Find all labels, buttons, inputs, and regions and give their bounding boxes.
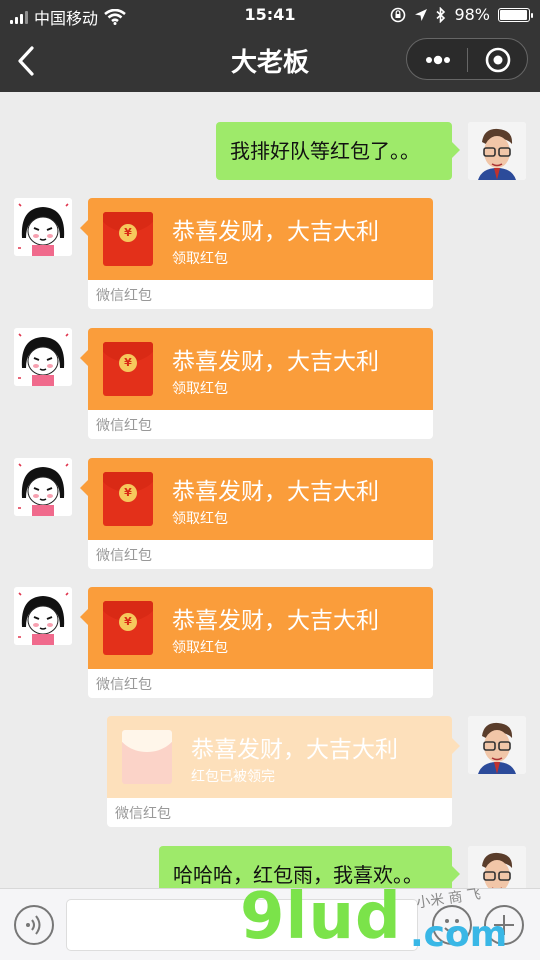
bluetooth-icon xyxy=(436,6,446,23)
avatar-contact[interactable] xyxy=(14,328,72,386)
red-packet-message[interactable]: ¥ 恭喜发财，大吉大利 领取红包 微信红包 xyxy=(80,328,433,439)
red-packet-footer: 微信红包 xyxy=(107,798,452,827)
voice-icon[interactable] xyxy=(14,905,54,945)
red-packet-message[interactable]: ¥ 恭喜发财，大吉大利 领取红包 微信红包 xyxy=(80,587,433,698)
battery-icon xyxy=(498,7,533,22)
red-packet-title: 恭喜发财，大吉大利 xyxy=(191,737,398,763)
red-packet-title: 恭喜发财，大吉大利 xyxy=(172,479,379,505)
red-packet-status: 领取红包 xyxy=(172,381,228,397)
red-packet-footer: 微信红包 xyxy=(88,669,433,698)
red-envelope-icon: ¥ xyxy=(103,472,153,526)
message-text: 我排好队等红包了。。 xyxy=(230,139,420,163)
emoji-icon[interactable] xyxy=(432,905,472,945)
red-packet-title: 恭喜发财，大吉大利 xyxy=(172,349,379,375)
red-packet-body: ¥ 恭喜发财，大吉大利 领取红包 xyxy=(80,198,433,280)
mini-program-capsule xyxy=(406,38,528,80)
avatar-self[interactable] xyxy=(468,716,526,774)
status-bar: 中国移动 15:41 98% xyxy=(0,0,540,30)
nav-bar: 大老板 xyxy=(0,30,540,92)
message-input[interactable] xyxy=(66,899,418,951)
avatar-contact[interactable] xyxy=(14,458,72,516)
red-packet-title: 恭喜发财，大吉大利 xyxy=(172,219,379,245)
red-packet-body: ¥ 恭喜发财，大吉大利 红包已被领完 xyxy=(107,716,460,798)
red-packet-status: 领取红包 xyxy=(172,511,228,527)
status-right: 98% xyxy=(390,5,533,24)
red-packet-body: ¥ 恭喜发财，大吉大利 领取红包 xyxy=(80,587,433,669)
input-bar xyxy=(0,888,540,960)
chat-area[interactable]: 我排好队等红包了。。 ¥ 恭喜发财，大吉大利 领取红包 微信红包 ¥ 恭喜发财，… xyxy=(0,92,540,888)
red-packet-body: ¥ 恭喜发财，大吉大利 领取红包 xyxy=(80,328,433,410)
red-packet-footer: 微信红包 xyxy=(88,540,433,569)
avatar-contact[interactable] xyxy=(14,198,72,256)
message-text: 哈哈哈，红包雨，我喜欢。。 xyxy=(173,863,423,887)
avatar-self[interactable] xyxy=(468,846,526,888)
target-icon[interactable] xyxy=(483,45,513,75)
red-envelope-icon: ¥ xyxy=(103,342,153,396)
red-packet-title: 恭喜发财，大吉大利 xyxy=(172,608,379,634)
red-envelope-icon: ¥ xyxy=(103,601,153,655)
red-packet-footer: 微信红包 xyxy=(88,410,433,439)
text-message[interactable]: 我排好队等红包了。。 xyxy=(216,122,460,180)
avatar-self[interactable] xyxy=(468,122,526,180)
capsule-divider xyxy=(467,48,468,72)
red-envelope-icon: ¥ xyxy=(103,212,153,266)
location-icon xyxy=(415,8,428,21)
red-packet-status: 领取红包 xyxy=(172,640,228,656)
red-packet-footer: 微信红包 xyxy=(88,280,433,309)
red-envelope-open-icon: ¥ xyxy=(122,730,172,784)
red-packet-body: ¥ 恭喜发财，大吉大利 领取红包 xyxy=(80,458,433,540)
lock-rotation-icon xyxy=(391,7,406,22)
plus-icon[interactable] xyxy=(484,905,524,945)
avatar-contact[interactable] xyxy=(14,587,72,645)
red-packet-message[interactable]: ¥ 恭喜发财，大吉大利 领取红包 微信红包 xyxy=(80,458,433,569)
more-dots-icon[interactable] xyxy=(421,49,455,71)
red-packet-message-opened[interactable]: ¥ 恭喜发财，大吉大利 红包已被领完 微信红包 xyxy=(107,716,460,827)
text-message[interactable]: 哈哈哈，红包雨，我喜欢。。 xyxy=(159,846,460,888)
battery-percent: 98% xyxy=(454,5,490,24)
red-packet-message[interactable]: ¥ 恭喜发财，大吉大利 领取红包 微信红包 xyxy=(80,198,433,309)
red-packet-status: 领取红包 xyxy=(172,251,228,267)
red-packet-status: 红包已被领完 xyxy=(191,769,275,785)
